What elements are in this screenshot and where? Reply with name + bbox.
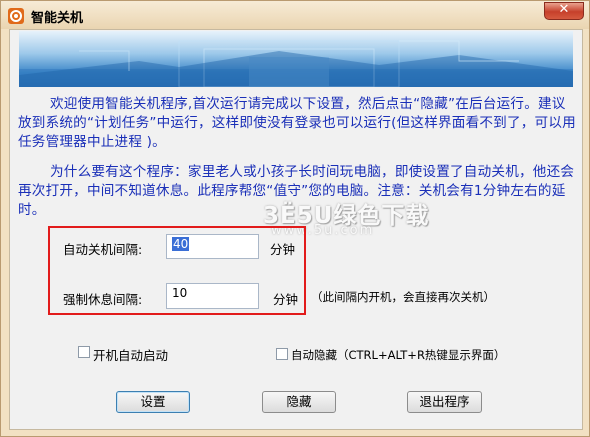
window-title: 智能关机 (31, 11, 84, 26)
banner-graphic (19, 40, 573, 87)
intro-text: 欢迎使用智能关机程序,首次运行请完成以下设置，然后点击“隐藏”在后台运行。建议放… (18, 96, 576, 150)
forced-rest-value: 10 (172, 286, 188, 300)
app-window: 智能关机 ✕ 欢迎使用智能关机程序,首次运行请完成以下设置，然后点击“隐藏”在后… (0, 0, 590, 437)
autostart-checkbox[interactable] (78, 346, 90, 358)
app-icon (8, 8, 24, 24)
intro-paragraph: 欢迎使用智能关机程序,首次运行请完成以下设置，然后点击“隐藏”在后台运行。建议放… (18, 95, 578, 152)
autohide-label[interactable]: 自动隐藏（CTRL+ALT+R热键显示界面） (291, 347, 505, 363)
auto-shutdown-unit: 分钟 (270, 242, 296, 257)
autostart-label[interactable]: 开机自动启动 (93, 345, 168, 364)
autohide-checkbox[interactable] (276, 348, 288, 360)
forced-rest-label: 强制休息间隔: (63, 292, 143, 307)
title-bar[interactable]: 智能关机 ✕ (1, 1, 589, 29)
forced-rest-unit: 分钟 (273, 292, 299, 307)
header-banner (19, 31, 573, 87)
auto-shutdown-value: 40 (172, 237, 190, 251)
hide-button[interactable]: 隐藏 (262, 391, 336, 413)
forced-rest-note: （此间隔内开机，会直接再次关机） (311, 290, 495, 304)
close-icon: ✕ (558, 2, 570, 17)
auto-shutdown-input[interactable]: 40 (166, 234, 259, 259)
set-button[interactable]: 设置 (116, 391, 190, 413)
forced-rest-input[interactable]: 10 (166, 283, 259, 309)
exit-button[interactable]: 退出程序 (407, 391, 482, 413)
close-button[interactable]: ✕ (544, 2, 584, 20)
auto-shutdown-label: 自动关机间隔: (63, 242, 143, 257)
